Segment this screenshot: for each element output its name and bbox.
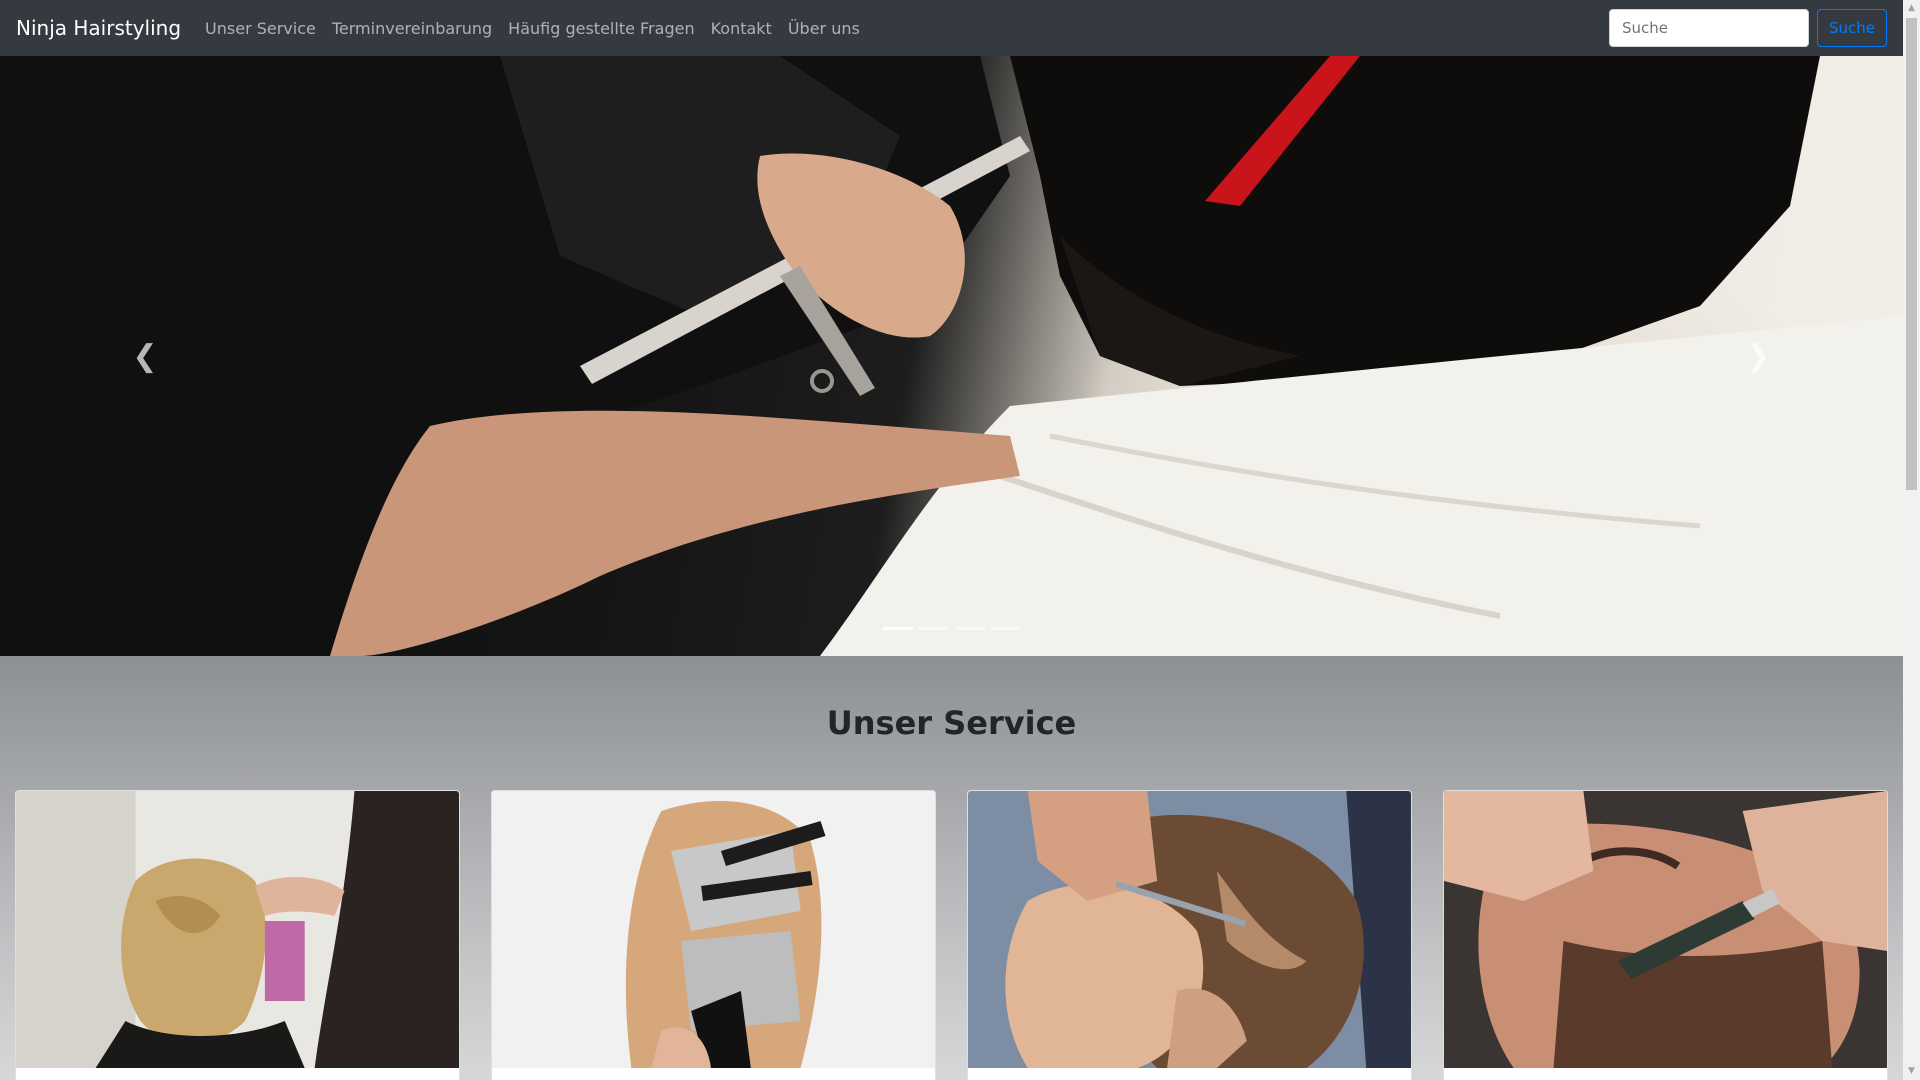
nav-link-ueber-uns[interactable]: Über uns xyxy=(788,19,860,38)
chevron-left-icon: ❮ xyxy=(132,338,158,374)
service-card-image xyxy=(16,791,459,1068)
search-form: Suche xyxy=(1608,9,1887,47)
scroll-down-icon[interactable]: ▼ xyxy=(1903,1063,1920,1080)
carousel-indicator-2[interactable] xyxy=(918,627,949,630)
search-input[interactable] xyxy=(1608,9,1809,47)
brand-logo[interactable]: Ninja Hairstyling xyxy=(16,16,181,40)
service-cards xyxy=(15,790,1888,1080)
carousel-indicator-4[interactable] xyxy=(990,627,1021,630)
service-card-updo[interactable] xyxy=(15,790,460,1080)
service-card-kids-haircut[interactable] xyxy=(967,790,1412,1080)
carousel-indicator-3[interactable] xyxy=(954,627,985,630)
service-card-image xyxy=(492,791,935,1068)
vertical-scrollbar[interactable]: ▲ ▼ xyxy=(1903,0,1920,1080)
carousel-indicator-1[interactable] xyxy=(882,627,913,630)
carousel-prev-button[interactable]: ❮ xyxy=(0,56,290,656)
nav-link-faq[interactable]: Häufig gestellte Fragen xyxy=(508,19,694,38)
nav-link-kontakt[interactable]: Kontakt xyxy=(711,19,772,38)
chevron-right-icon: ❯ xyxy=(1745,338,1771,374)
carousel-next-button[interactable]: ❯ xyxy=(1613,56,1903,656)
scroll-up-icon[interactable]: ▲ xyxy=(1903,0,1920,17)
nav-link-unser-service[interactable]: Unser Service xyxy=(205,19,316,38)
nav-links: Unser Service Terminvereinbarung Häufig … xyxy=(205,19,876,38)
service-card-shave[interactable] xyxy=(1443,790,1888,1080)
search-button[interactable]: Suche xyxy=(1816,9,1887,47)
carousel-indicators xyxy=(882,627,1021,630)
scroll-thumb[interactable] xyxy=(1906,18,1917,490)
service-card-coloring[interactable] xyxy=(491,790,936,1080)
navbar: Ninja Hairstyling Unser Service Terminve… xyxy=(0,0,1903,56)
service-card-image xyxy=(968,791,1411,1068)
hero-carousel: ❮ ❯ xyxy=(0,56,1903,656)
section-title: Unser Service xyxy=(826,704,1077,742)
services-section: Unser Service xyxy=(0,656,1903,1080)
page: Ninja Hairstyling Unser Service Terminve… xyxy=(0,0,1903,1080)
service-card-image xyxy=(1444,791,1887,1068)
nav-link-terminvereinbarung[interactable]: Terminvereinbarung xyxy=(332,19,492,38)
